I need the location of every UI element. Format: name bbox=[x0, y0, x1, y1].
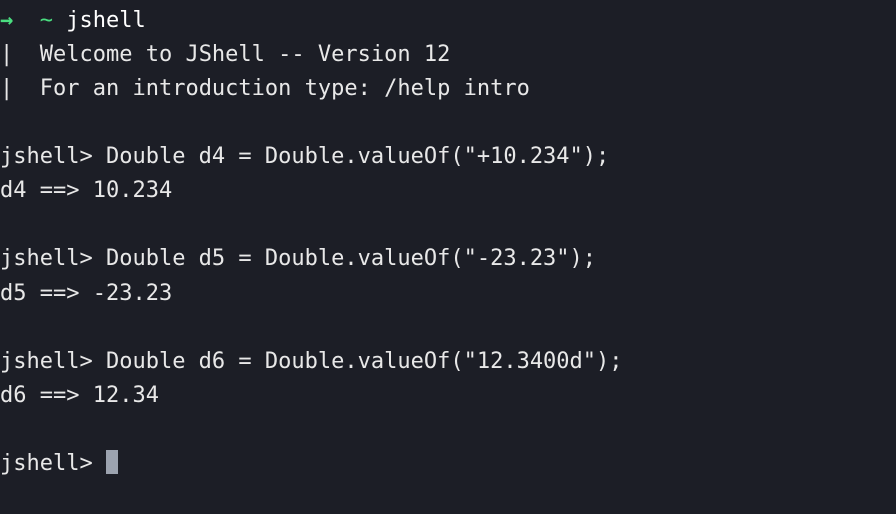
jshell-code-input: Double d4 = Double.valueOf("+10.234"); bbox=[106, 144, 609, 169]
terminal-header-line: → ~ jshell bbox=[0, 4, 896, 38]
jshell-prompt: jshell> bbox=[0, 144, 106, 169]
jshell-code-input: Double d5 = Double.valueOf("-23.23"); bbox=[106, 246, 596, 271]
command-text: jshell bbox=[66, 8, 145, 33]
jshell-result: d6 ==> 12.34 bbox=[0, 383, 159, 408]
jshell-input-line[interactable]: jshell> Double d4 = Double.valueOf("+10.… bbox=[0, 140, 896, 174]
blank-line bbox=[0, 311, 896, 345]
jshell-result-line: d5 ==> -23.23 bbox=[0, 277, 896, 311]
jshell-code-input: Double d6 = Double.valueOf("12.3400d"); bbox=[106, 349, 623, 374]
welcome-line-2: | For an introduction type: /help intro bbox=[0, 72, 896, 106]
jshell-input-line[interactable]: jshell> Double d5 = Double.valueOf("-23.… bbox=[0, 242, 896, 276]
prompt-arrow-icon: → bbox=[0, 8, 13, 33]
jshell-result-line: d4 ==> 10.234 bbox=[0, 174, 896, 208]
jshell-prompt: jshell> bbox=[0, 349, 106, 374]
welcome-text-1: Welcome to JShell -- Version 12 bbox=[40, 42, 451, 67]
welcome-line-1: | Welcome to JShell -- Version 12 bbox=[0, 38, 896, 72]
jshell-result: d4 ==> 10.234 bbox=[0, 178, 172, 203]
jshell-active-prompt-line[interactable]: jshell> bbox=[0, 447, 896, 481]
blank-line bbox=[0, 413, 896, 447]
prompt-tilde: ~ bbox=[40, 8, 53, 33]
jshell-result-line: d6 ==> 12.34 bbox=[0, 379, 896, 413]
blank-line bbox=[0, 106, 896, 140]
blank-line bbox=[0, 208, 896, 242]
jshell-prompt: jshell> bbox=[0, 451, 106, 476]
jshell-result: d5 ==> -23.23 bbox=[0, 281, 172, 306]
jshell-prompt: jshell> bbox=[0, 246, 106, 271]
welcome-text-2: For an introduction type: /help intro bbox=[40, 76, 530, 101]
jshell-input-line[interactable]: jshell> Double d6 = Double.valueOf("12.3… bbox=[0, 345, 896, 379]
pipe-prefix: | bbox=[0, 42, 40, 67]
pipe-prefix: | bbox=[0, 76, 40, 101]
cursor-icon bbox=[106, 450, 118, 474]
